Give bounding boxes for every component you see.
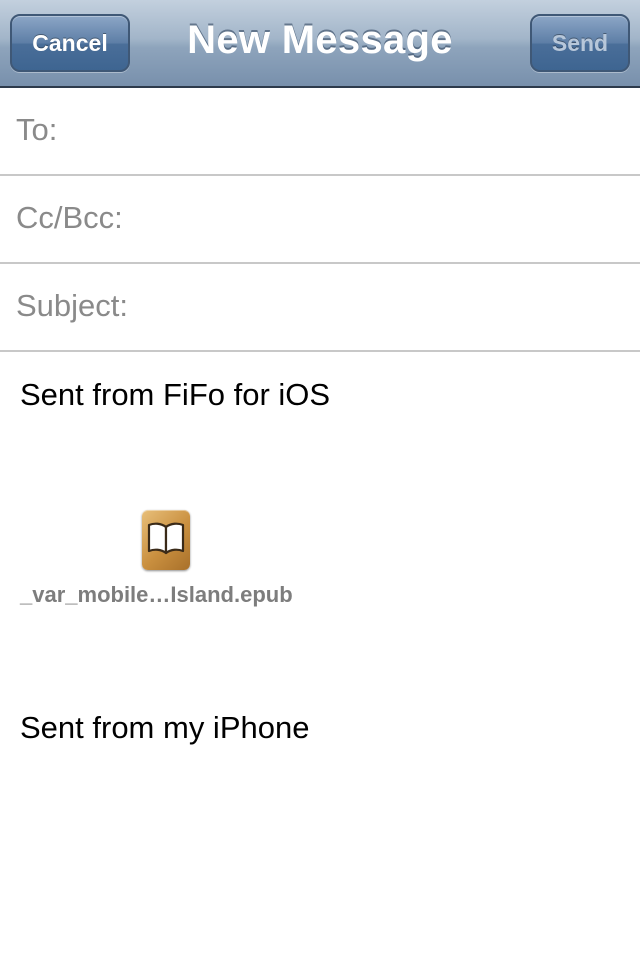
compose-screen: Cancel New Message Send To: Cc/Bcc: Subj… [0, 0, 640, 960]
signature-text[interactable]: Sent from my iPhone [20, 710, 309, 746]
send-button[interactable]: Send [530, 14, 630, 72]
ccbcc-field[interactable]: Cc/Bcc: [0, 176, 640, 264]
navigation-bar: Cancel New Message Send [0, 0, 640, 88]
attachment[interactable]: _var_mobile…Island.epub [20, 510, 320, 610]
attachment-filename: _var_mobile…Island.epub [20, 582, 293, 607]
to-label: To: [16, 112, 58, 147]
subject-label: Subject: [16, 288, 129, 323]
to-field[interactable]: To: [0, 88, 640, 176]
book-icon [142, 510, 190, 570]
body-text-line[interactable]: Sent from FiFo for iOS [20, 377, 330, 413]
ccbcc-label: Cc/Bcc: [16, 200, 123, 235]
subject-field[interactable]: Subject: [0, 264, 640, 352]
